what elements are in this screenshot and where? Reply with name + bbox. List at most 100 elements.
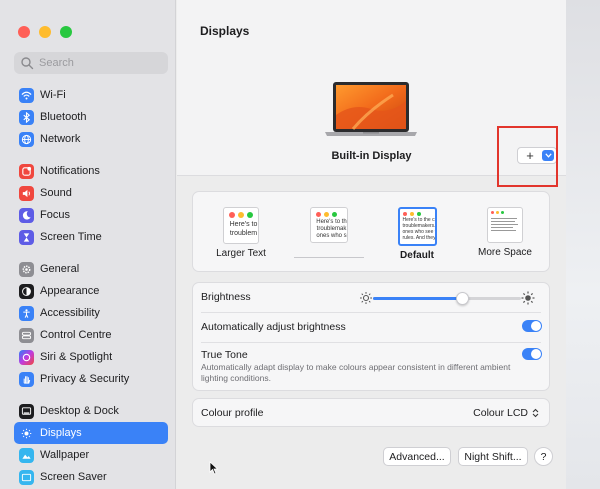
sidebar-item-label: Screen Time <box>40 231 102 243</box>
sidebar-item-label: Control Centre <box>40 329 112 341</box>
night-shift-button[interactable]: Night Shift... <box>458 447 528 466</box>
sidebar-item-bluetooth[interactable]: Bluetooth <box>14 106 168 128</box>
mouse-cursor-icon <box>209 461 219 475</box>
sidebar-item-label: Appearance <box>40 285 100 297</box>
wifi-icon <box>19 87 34 103</box>
globe-icon <box>19 131 34 147</box>
resolution-separator <box>294 257 364 258</box>
sidebar-item-privacy-security[interactable]: Privacy & Security <box>14 368 168 390</box>
control-centre-icon <box>19 327 34 343</box>
sidebar-item-label: Displays <box>40 427 82 439</box>
resolution-option-more-space[interactable]: More Space <box>476 207 534 258</box>
siri-icon <box>19 349 34 365</box>
speaker-icon <box>19 185 34 201</box>
resolution-card: Here's to troublem Larger Text Here's to … <box>192 191 550 272</box>
resolution-preview: Here's to th troublemak ones who s <box>310 207 348 243</box>
sidebar-item-siri-spotlight[interactable]: Siri & Spotlight <box>14 346 168 368</box>
brightness-card: Brightness Automatically adjust brightne… <box>192 282 550 391</box>
sidebar-item-appearance[interactable]: Appearance <box>14 280 168 302</box>
sidebar-item-label: Network <box>40 133 81 145</box>
resolution-preview <box>487 207 523 243</box>
hand-icon <box>19 371 34 387</box>
sun-icon <box>19 426 34 441</box>
colour-profile-value: Colour LCD <box>473 407 528 419</box>
resolution-preview: Here's to the c troublemakers. ones who se… <box>397 207 437 246</box>
sidebar-item-label: Siri & Spotlight <box>40 351 113 363</box>
sidebar-item-network[interactable]: Network <box>14 128 168 150</box>
colour-profile-card: Colour profile Colour LCD <box>192 398 550 427</box>
sidebar-item-control-centre[interactable]: Control Centre <box>14 324 168 346</box>
brightness-label: Brightness <box>201 291 251 303</box>
colour-profile-label: Colour profile <box>201 407 264 419</box>
desktop-background <box>566 0 600 489</box>
resolution-option-larger-text[interactable]: Here's to troublem Larger Text <box>212 207 270 259</box>
sun-dim-icon <box>360 292 372 304</box>
updown-chevron-icon <box>532 408 539 418</box>
resolution-preview: Here's to troublem <box>223 207 259 244</box>
sidebar-item-label: Wi-Fi <box>40 89 66 101</box>
sidebar-item-label: Wallpaper <box>40 449 90 461</box>
auto-brightness-toggle[interactable] <box>522 320 542 332</box>
gear-icon <box>19 261 34 277</box>
slider-fill <box>373 297 462 300</box>
sidebar-item-label: Bluetooth <box>40 111 87 123</box>
minimize-button[interactable] <box>39 26 51 38</box>
wallpaper-icon <box>19 447 34 463</box>
search-input[interactable] <box>39 57 159 69</box>
appearance-icon <box>19 283 34 299</box>
true-tone-label: True Tone <box>201 349 248 361</box>
resolution-label: More Space <box>478 247 532 258</box>
window-controls <box>18 26 72 38</box>
main-pane: Displays Built-in Display + Here's to tr… <box>177 0 566 489</box>
sidebar-item-label: Privacy & Security <box>40 373 130 385</box>
hourglass-icon <box>19 229 34 245</box>
resolution-option-2[interactable]: Here's to th troublemak ones who s <box>294 207 364 258</box>
dock-icon <box>19 403 34 419</box>
search-icon <box>21 57 34 70</box>
sidebar-item-label: Sound <box>40 187 72 199</box>
advanced-button[interactable]: Advanced... <box>383 447 451 466</box>
moon-icon <box>19 207 34 223</box>
laptop-illustration <box>325 82 417 136</box>
sidebar-item-displays[interactable]: Displays <box>14 422 168 444</box>
sidebar-item-notifications[interactable]: Notifications <box>14 160 168 182</box>
sidebar-item-label: Accessibility <box>40 307 100 319</box>
sidebar-item-wifi[interactable]: Wi-Fi <box>14 84 168 106</box>
page-title: Displays <box>200 24 250 38</box>
divider <box>201 342 541 343</box>
sidebar: Wi-Fi Bluetooth Network Notifications So… <box>0 0 176 489</box>
sidebar-item-label: Desktop & Dock <box>40 405 119 417</box>
search-field[interactable] <box>14 52 168 74</box>
sidebar-item-focus[interactable]: Focus <box>14 204 168 226</box>
screensaver-icon <box>19 469 34 485</box>
display-header: Displays Built-in Display + <box>177 0 566 187</box>
resolution-label: Default <box>400 250 434 261</box>
notifications-icon <box>19 163 34 179</box>
sidebar-item-desktop-dock[interactable]: Desktop & Dock <box>14 400 168 422</box>
bluetooth-icon <box>19 109 34 125</box>
sidebar-item-general[interactable]: General <box>14 258 168 280</box>
sidebar-item-screen-time[interactable]: Screen Time <box>14 226 168 248</box>
sidebar-item-screen-saver[interactable]: Screen Saver <box>14 466 168 488</box>
sidebar-item-label: Notifications <box>40 165 100 177</box>
sidebar-item-label: Focus <box>40 209 70 221</box>
help-button[interactable]: ? <box>534 447 553 466</box>
sidebar-item-wallpaper[interactable]: Wallpaper <box>14 444 168 466</box>
resolution-option-default[interactable]: Here's to the c troublemakers. ones who se… <box>388 207 446 261</box>
settings-window: Wi-Fi Bluetooth Network Notifications So… <box>0 0 566 489</box>
sidebar-item-label: General <box>40 263 80 275</box>
slider-track[interactable] <box>373 292 521 305</box>
divider <box>201 312 541 313</box>
true-tone-description: Automatically adapt display to make colo… <box>201 362 511 383</box>
true-tone-toggle[interactable] <box>522 348 542 360</box>
zoom-button[interactable] <box>60 26 72 38</box>
sidebar-item-label: Screen Saver <box>40 471 107 483</box>
sidebar-item-sound[interactable]: Sound <box>14 182 168 204</box>
brightness-slider[interactable] <box>359 291 535 305</box>
sidebar-item-accessibility[interactable]: Accessibility <box>14 302 168 324</box>
colour-profile-select[interactable]: Colour LCD <box>473 407 539 419</box>
resolution-label: Larger Text <box>216 248 266 259</box>
accessibility-icon <box>19 305 34 321</box>
close-button[interactable] <box>18 26 30 38</box>
slider-knob[interactable] <box>455 292 469 305</box>
